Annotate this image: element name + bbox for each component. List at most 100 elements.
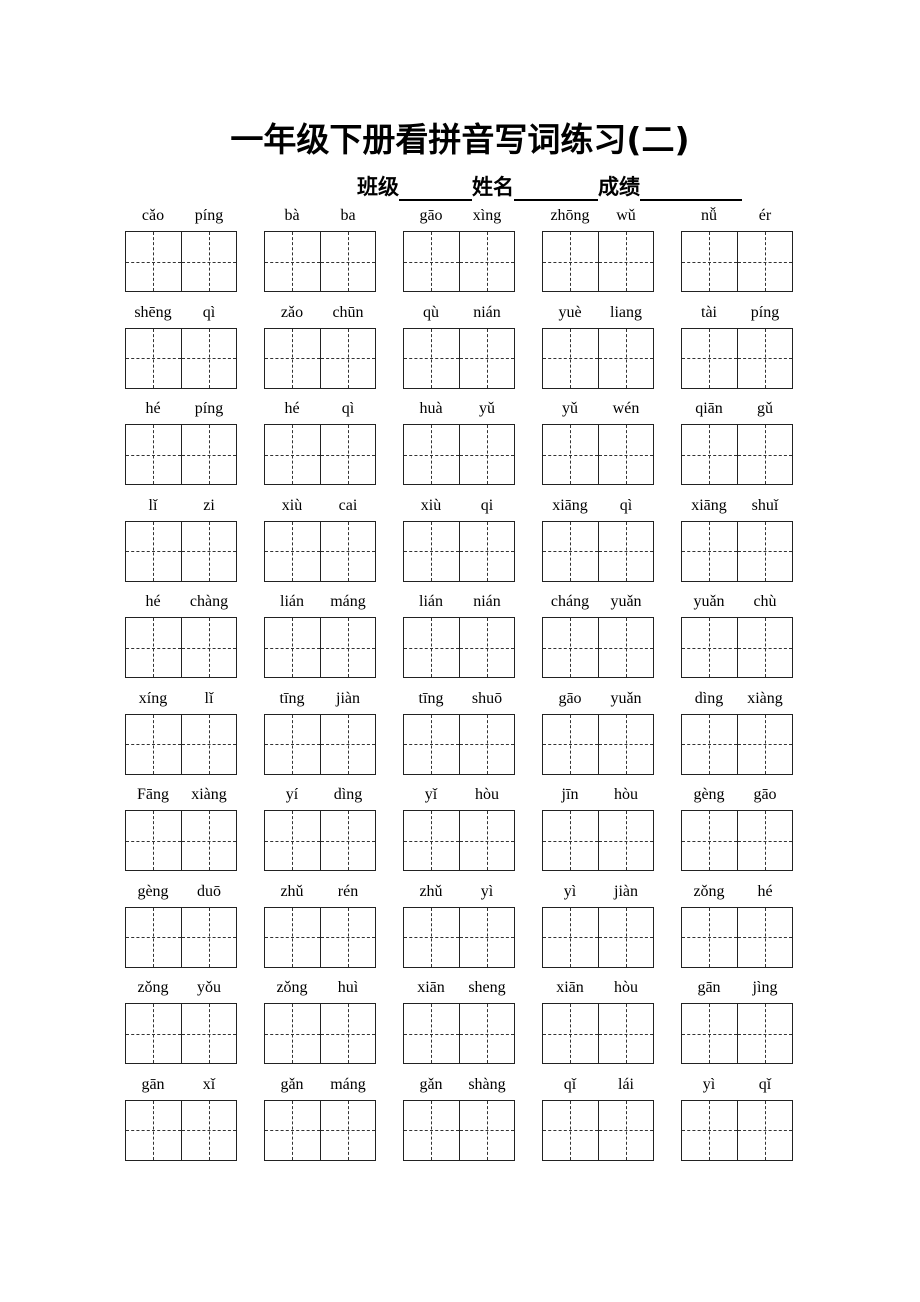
character-cell[interactable]: [597, 232, 653, 291]
character-cell[interactable]: [458, 328, 514, 388]
character-cell[interactable]: [597, 328, 653, 388]
character-cell[interactable]: [180, 1004, 236, 1063]
character-cell[interactable]: [736, 618, 792, 677]
character-cell[interactable]: [126, 232, 181, 291]
character-cell[interactable]: [404, 328, 459, 388]
character-cell[interactable]: [319, 425, 375, 484]
character-cell[interactable]: [126, 328, 181, 388]
character-cell[interactable]: [265, 618, 320, 677]
character-cell[interactable]: [404, 521, 459, 581]
character-cell[interactable]: [543, 425, 598, 484]
character-cell[interactable]: [180, 521, 236, 581]
character-cell[interactable]: [319, 521, 375, 581]
character-cell[interactable]: [736, 425, 792, 484]
character-cell[interactable]: [597, 907, 653, 967]
character-cell[interactable]: [319, 907, 375, 967]
character-cell[interactable]: [319, 811, 375, 870]
name-blank[interactable]: [514, 177, 598, 201]
character-cell[interactable]: [458, 618, 514, 677]
character-cell[interactable]: [126, 1100, 181, 1160]
character-cell[interactable]: [597, 1004, 653, 1063]
character-cell[interactable]: [682, 232, 737, 291]
character-cell[interactable]: [458, 907, 514, 967]
character-cell[interactable]: [319, 1100, 375, 1160]
character-cell[interactable]: [404, 1100, 459, 1160]
character-cell[interactable]: [404, 907, 459, 967]
character-cell[interactable]: [180, 328, 236, 388]
character-cell[interactable]: [265, 811, 320, 870]
character-cell[interactable]: [458, 1004, 514, 1063]
score-blank[interactable]: [640, 177, 742, 201]
character-cell[interactable]: [180, 714, 236, 774]
character-cell[interactable]: [458, 714, 514, 774]
character-cell[interactable]: [736, 907, 792, 967]
character-cell[interactable]: [265, 232, 320, 291]
character-cell[interactable]: [543, 521, 598, 581]
character-cell[interactable]: [319, 232, 375, 291]
character-cell[interactable]: [404, 1004, 459, 1063]
character-cell[interactable]: [265, 425, 320, 484]
class-blank[interactable]: [399, 177, 472, 201]
character-cell[interactable]: [543, 714, 598, 774]
character-cell[interactable]: [682, 811, 737, 870]
character-cell[interactable]: [682, 1004, 737, 1063]
character-cell[interactable]: [180, 425, 236, 484]
character-cell[interactable]: [180, 618, 236, 677]
character-cell[interactable]: [736, 1100, 792, 1160]
character-cell[interactable]: [265, 907, 320, 967]
character-cell[interactable]: [126, 714, 181, 774]
character-cell[interactable]: [458, 811, 514, 870]
character-cell[interactable]: [543, 328, 598, 388]
character-cell[interactable]: [126, 1004, 181, 1063]
character-cell[interactable]: [682, 425, 737, 484]
character-cell[interactable]: [736, 328, 792, 388]
character-cell[interactable]: [458, 425, 514, 484]
character-cell[interactable]: [319, 714, 375, 774]
character-cell[interactable]: [597, 618, 653, 677]
character-cell[interactable]: [319, 328, 375, 388]
character-cell[interactable]: [682, 328, 737, 388]
character-cell[interactable]: [543, 1004, 598, 1063]
character-cell[interactable]: [682, 618, 737, 677]
character-cell[interactable]: [126, 618, 181, 677]
character-cell[interactable]: [597, 714, 653, 774]
character-cell[interactable]: [265, 714, 320, 774]
character-cell[interactable]: [404, 618, 459, 677]
character-cell[interactable]: [682, 521, 737, 581]
character-cell[interactable]: [736, 811, 792, 870]
character-cell[interactable]: [597, 521, 653, 581]
character-cell[interactable]: [543, 232, 598, 291]
character-cell[interactable]: [180, 907, 236, 967]
character-cell[interactable]: [126, 425, 181, 484]
character-cell[interactable]: [682, 1100, 737, 1160]
character-cell[interactable]: [682, 714, 737, 774]
character-cell[interactable]: [736, 714, 792, 774]
character-cell[interactable]: [736, 1004, 792, 1063]
character-cell[interactable]: [180, 811, 236, 870]
character-cell[interactable]: [597, 425, 653, 484]
character-cell[interactable]: [126, 521, 181, 581]
character-cell[interactable]: [404, 811, 459, 870]
character-cell[interactable]: [265, 1100, 320, 1160]
character-cell[interactable]: [265, 328, 320, 388]
character-cell[interactable]: [458, 521, 514, 581]
character-cell[interactable]: [180, 232, 236, 291]
character-cell[interactable]: [736, 521, 792, 581]
character-cell[interactable]: [543, 907, 598, 967]
character-cell[interactable]: [126, 907, 181, 967]
character-cell[interactable]: [736, 232, 792, 291]
character-cell[interactable]: [458, 232, 514, 291]
character-cell[interactable]: [319, 618, 375, 677]
character-cell[interactable]: [404, 714, 459, 774]
character-cell[interactable]: [543, 618, 598, 677]
character-cell[interactable]: [265, 1004, 320, 1063]
character-cell[interactable]: [597, 1100, 653, 1160]
character-cell[interactable]: [180, 1100, 236, 1160]
character-cell[interactable]: [265, 521, 320, 581]
character-cell[interactable]: [404, 232, 459, 291]
character-cell[interactable]: [597, 811, 653, 870]
character-cell[interactable]: [543, 811, 598, 870]
character-cell[interactable]: [126, 811, 181, 870]
character-cell[interactable]: [319, 1004, 375, 1063]
character-cell[interactable]: [682, 907, 737, 967]
